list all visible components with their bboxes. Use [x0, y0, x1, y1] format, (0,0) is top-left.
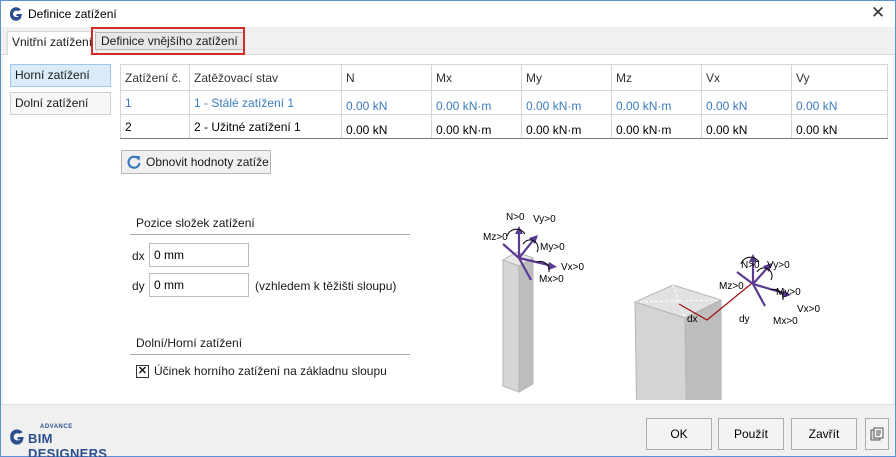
table-cell[interactable]: 0.00 kN·m: [611, 90, 702, 115]
window-title: Definice zatížení: [28, 7, 117, 21]
mz-label: Mz>0: [483, 232, 508, 243]
table-cell[interactable]: 0.00 kN·m: [431, 114, 522, 139]
table-cell[interactable]: 0.00 kN: [701, 114, 792, 139]
column-load-diagram: N>0 Vy>0 Mz>0 My>0 Vx>0 Mx>0 N>0 Vy>0 Mz…: [483, 212, 821, 400]
sidebar-item-top-load[interactable]: Horní zatížení: [10, 64, 111, 87]
dialog-window: Definice zatížení ✕ Vnitřní zatížení Def…: [0, 0, 896, 457]
table-cell[interactable]: 2 - Užitné zatížení 1: [189, 114, 342, 139]
vy-label: Vy>0: [533, 214, 556, 225]
dy-input[interactable]: [149, 273, 249, 297]
ok-button[interactable]: OK: [646, 418, 712, 450]
mx-label: Mx>0: [539, 274, 564, 285]
column-header[interactable]: Vy: [791, 64, 888, 91]
title-bar: Definice zatížení ✕: [1, 1, 895, 27]
mx-label: Mx>0: [773, 316, 798, 327]
column-header[interactable]: Mx: [431, 64, 522, 91]
my-label: My>0: [540, 242, 565, 253]
bottom-top-section-title: Dolní/Horní zatížení: [136, 336, 243, 350]
table-row[interactable]: 1 1 - Stálé zatížení 1 0.00 kN 0.00 kN·m…: [120, 90, 888, 115]
table-cell[interactable]: 0.00 kN·m: [521, 114, 612, 139]
wide-column-figure: [633, 284, 723, 400]
section-divider: [130, 354, 410, 355]
tab-bar: Vnitřní zatížení Definice vnějšího zatíž…: [1, 27, 895, 55]
refresh-icon: [127, 155, 141, 169]
column-header[interactable]: Zatížení č.: [120, 64, 190, 91]
close-window-icon[interactable]: ✕: [867, 3, 889, 23]
close-button[interactable]: Zavřít: [791, 418, 857, 450]
n-label: N>0: [506, 212, 525, 223]
table-cell[interactable]: 0.00 kN: [341, 90, 432, 115]
sidebar-item-bottom-load[interactable]: Dolní zatížení: [10, 92, 111, 115]
column-header[interactable]: My: [521, 64, 612, 91]
dy-label: dy: [132, 279, 145, 293]
column-header[interactable]: Vx: [701, 64, 792, 91]
vy-label: Vy>0: [767, 260, 790, 271]
refresh-values-label: Obnovit hodnoty zatíže: [146, 155, 269, 169]
dy-diagram-label: dy: [739, 314, 750, 325]
table-cell[interactable]: 0.00 kN: [791, 114, 888, 139]
dx-input[interactable]: [149, 243, 249, 267]
advance-bim-designers-logo: ADVANCE BIM DESIGNERS: [8, 420, 126, 457]
logo-brand-text: BIM DESIGNERS: [28, 431, 108, 457]
dx-label: dx: [132, 249, 145, 263]
top-load-effect-label: Účinek horního zatížení na základnu slou…: [154, 364, 387, 378]
centroid-note: (vzhledem k těžišti sloupu): [255, 279, 397, 293]
table-cell[interactable]: 0.00 kN·m: [611, 114, 702, 139]
top-load-effect-checkbox[interactable]: ✕: [136, 365, 149, 378]
my-label: My>0: [776, 287, 801, 298]
dx-diagram-label: dx: [687, 314, 698, 325]
table-cell[interactable]: 1: [120, 90, 190, 115]
report-icon: [870, 427, 884, 441]
table-cell[interactable]: 2: [120, 114, 190, 139]
refresh-values-button[interactable]: Obnovit hodnoty zatíže: [121, 150, 271, 174]
tab-content: Horní zatížení Dolní zatížení Zatížení č…: [3, 55, 893, 404]
app-logo-icon: [9, 7, 22, 21]
section-divider: [130, 234, 410, 235]
slim-column-figure: [501, 251, 535, 393]
column-header[interactable]: N: [341, 64, 432, 91]
report-button[interactable]: [865, 418, 889, 450]
table-cell[interactable]: 1 - Stálé zatížení 1: [189, 90, 342, 115]
load-table: Zatížení č. Zatěžovací stav N Mx My Mz V…: [120, 64, 888, 139]
left-force-labels: N>0 Vy>0 Mz>0 My>0 Vx>0 Mx>0: [483, 212, 585, 285]
mz-label: Mz>0: [719, 281, 744, 292]
table-cell[interactable]: 0.00 kN: [701, 90, 792, 115]
logo-g-icon: [10, 429, 24, 445]
vx-label: Vx>0: [561, 262, 585, 273]
column-header[interactable]: Zatěžovací stav: [189, 64, 342, 91]
apply-button[interactable]: Použít: [718, 418, 784, 450]
column-header[interactable]: Mz: [611, 64, 702, 91]
tab-external-load[interactable]: Definice vnějšího zatížení: [95, 32, 244, 50]
table-row[interactable]: 2 2 - Užitné zatížení 1 0.00 kN 0.00 kN·…: [120, 114, 888, 139]
tab-internal-load[interactable]: Vnitřní zatížení: [7, 31, 98, 55]
table-cell[interactable]: 0.00 kN: [341, 114, 432, 139]
dialog-footer: ADVANCE BIM DESIGNERS OK Použít Zavřít: [1, 404, 895, 457]
n-label: N>0: [741, 260, 760, 271]
table-cell[interactable]: 0.00 kN·m: [521, 90, 612, 115]
logo-advance-text: ADVANCE: [40, 424, 73, 430]
position-section-title: Pozice složek zatížení: [136, 216, 255, 230]
table-header-row: Zatížení č. Zatěžovací stav N Mx My Mz V…: [120, 64, 888, 91]
vx-label: Vx>0: [797, 304, 821, 315]
table-cell[interactable]: 0.00 kN·m: [431, 90, 522, 115]
table-cell[interactable]: 0.00 kN: [791, 90, 888, 115]
